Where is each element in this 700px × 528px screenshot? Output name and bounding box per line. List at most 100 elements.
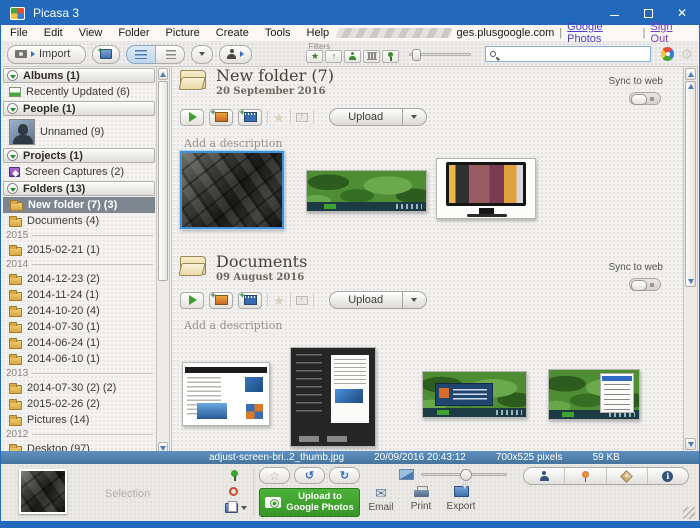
- slider-knob[interactable]: [412, 49, 421, 61]
- sidebar-header-projects[interactable]: Projects (1): [3, 148, 155, 163]
- sync-toggle[interactable]: [629, 92, 661, 105]
- tags-panel-button[interactable]: [606, 468, 647, 484]
- sidebar-item-2014-07-30-2[interactable]: 2014-07-30 (2) (2): [2, 380, 156, 396]
- create-movie-button[interactable]: [238, 109, 262, 126]
- sidebar-item-2014-06-24[interactable]: 2014-06-24 (1): [2, 335, 156, 351]
- rotate-right-button[interactable]: ↻: [329, 467, 360, 484]
- menu-create[interactable]: Create: [208, 26, 257, 40]
- sidebar-item-2015-02-21[interactable]: 2015-02-21 (1): [2, 242, 156, 258]
- upload-button[interactable]: Upload: [329, 291, 403, 309]
- sidebar-scrollbar[interactable]: [156, 67, 170, 455]
- resize-grip[interactable]: [683, 507, 695, 519]
- sidebar-header-folders[interactable]: Folders (13): [3, 181, 155, 196]
- jump-next-section-icon[interactable]: [688, 279, 694, 284]
- section-title[interactable]: Documents: [216, 253, 307, 271]
- sidebar-item-2014-06-10[interactable]: 2014-06-10 (1): [2, 351, 156, 367]
- star-button[interactable]: ☆: [259, 467, 290, 484]
- sidebar-item-2014-10-20[interactable]: 2014-10-20 (4): [2, 303, 156, 319]
- menu-folder[interactable]: Folder: [110, 26, 157, 40]
- main-scrollbar[interactable]: [683, 67, 698, 451]
- jump-previous-section-icon[interactable]: [688, 84, 694, 89]
- create-collage-button[interactable]: [209, 292, 233, 309]
- collapse-icon[interactable]: [7, 150, 18, 161]
- people-view-button[interactable]: [219, 45, 252, 64]
- search-box[interactable]: [485, 46, 651, 62]
- thumbnail-desktop-notification[interactable]: [422, 371, 527, 418]
- zoom-slider[interactable]: [421, 473, 507, 476]
- filter-movies-button[interactable]: [363, 50, 380, 63]
- thumbnail-monitor[interactable]: [436, 158, 536, 219]
- upload-to-google-photos-button[interactable]: Upload to Google Photos: [259, 488, 360, 517]
- scrollbar-thumb[interactable]: [685, 81, 696, 287]
- menu-picture[interactable]: Picture: [158, 26, 208, 40]
- folder-icon: [9, 417, 22, 426]
- create-movie-button[interactable]: [238, 292, 262, 309]
- properties-panel-button[interactable]: [647, 468, 688, 484]
- filter-uploaded-button[interactable]: ↑: [325, 50, 342, 63]
- tree-view-button[interactable]: [155, 45, 185, 64]
- collapse-icon[interactable]: [7, 70, 18, 81]
- sidebar-item-pictures[interactable]: Pictures (14): [2, 412, 156, 428]
- menu-view[interactable]: View: [71, 26, 111, 40]
- print-button[interactable]: Print: [399, 486, 443, 512]
- add-description-field[interactable]: Add a description: [184, 137, 282, 150]
- sidebar-item-unnamed[interactable]: Unnamed (9): [2, 117, 156, 147]
- flat-view-button[interactable]: [126, 45, 156, 64]
- scrollbar-thumb[interactable]: [158, 81, 168, 281]
- thumbnail-keyboard-selected[interactable]: [180, 151, 284, 229]
- sidebar-item-screen-captures[interactable]: Screen Captures (2): [2, 164, 156, 180]
- gear-icon[interactable]: [680, 47, 693, 61]
- sidebar-item-recently-updated[interactable]: Recently Updated (6): [2, 84, 156, 100]
- date-range-slider[interactable]: [409, 53, 471, 56]
- thumbnail-webpage[interactable]: [182, 362, 270, 426]
- zoom-slider-knob[interactable]: [460, 469, 472, 481]
- import-button[interactable]: Import: [7, 45, 86, 64]
- section-title[interactable]: New folder (7): [216, 67, 334, 85]
- menu-file[interactable]: File: [2, 26, 36, 40]
- tray-selected-thumbnail[interactable]: [19, 469, 67, 514]
- sync-toggle[interactable]: [629, 278, 661, 291]
- menu-help[interactable]: Help: [299, 26, 338, 40]
- people-panel-button[interactable]: [524, 468, 564, 484]
- sidebar-header-albums[interactable]: Albums (1): [3, 68, 155, 83]
- status-dimensions: 700x525 pixels: [496, 452, 563, 463]
- places-panel-button[interactable]: [564, 468, 605, 484]
- filter-faces-button[interactable]: [344, 50, 361, 63]
- search-input[interactable]: [500, 49, 646, 60]
- menu-edit[interactable]: Edit: [36, 26, 71, 40]
- rotate-left-button[interactable]: ↺: [294, 467, 325, 484]
- clear-tray-icon[interactable]: [229, 487, 238, 496]
- filter-starred-button[interactable]: ★: [306, 50, 323, 63]
- menu-tools[interactable]: Tools: [257, 26, 299, 40]
- create-collage-button[interactable]: [209, 109, 233, 126]
- scroll-down-button[interactable]: [685, 438, 696, 450]
- filter-geotagged-button[interactable]: [382, 50, 399, 63]
- add-description-field[interactable]: Add a description: [184, 319, 282, 332]
- toolbar: Import Filters ★ ↑: [2, 42, 698, 67]
- view-options-dropdown[interactable]: [191, 45, 213, 64]
- slideshow-button[interactable]: [180, 292, 204, 309]
- scroll-up-button[interactable]: [158, 68, 168, 80]
- thumbnail-desktop-context-menu[interactable]: [548, 369, 640, 420]
- collapse-icon[interactable]: [7, 183, 18, 194]
- thumbnail-dark-dialog[interactable]: [290, 347, 376, 447]
- upload-dropdown-button[interactable]: [403, 108, 427, 126]
- sidebar-item-2014-12-23[interactable]: 2014-12-23 (2): [2, 271, 156, 287]
- hold-pin-icon[interactable]: [231, 470, 238, 481]
- export-button[interactable]: Export: [439, 486, 483, 512]
- sidebar-header-people[interactable]: People (1): [3, 101, 155, 116]
- collapse-icon[interactable]: [7, 103, 18, 114]
- new-album-button[interactable]: [92, 45, 120, 64]
- add-to-album-button[interactable]: [225, 503, 247, 513]
- slideshow-button[interactable]: [180, 109, 204, 126]
- sidebar-item-2014-07-30[interactable]: 2014-07-30 (1): [2, 319, 156, 335]
- email-button[interactable]: Email: [359, 486, 403, 513]
- sidebar-item-documents[interactable]: Documents (4): [2, 213, 156, 229]
- sidebar-item-2014-11-24[interactable]: 2014-11-24 (1): [2, 287, 156, 303]
- sidebar-item-new-folder[interactable]: New folder (7) (3): [3, 197, 155, 213]
- scroll-up-button[interactable]: [685, 68, 696, 80]
- upload-dropdown-button[interactable]: [403, 291, 427, 309]
- thumbnail-green-desktop[interactable]: [306, 170, 427, 212]
- sidebar-item-2015-02-26[interactable]: 2015-02-26 (2): [2, 396, 156, 412]
- upload-button[interactable]: Upload: [329, 108, 403, 126]
